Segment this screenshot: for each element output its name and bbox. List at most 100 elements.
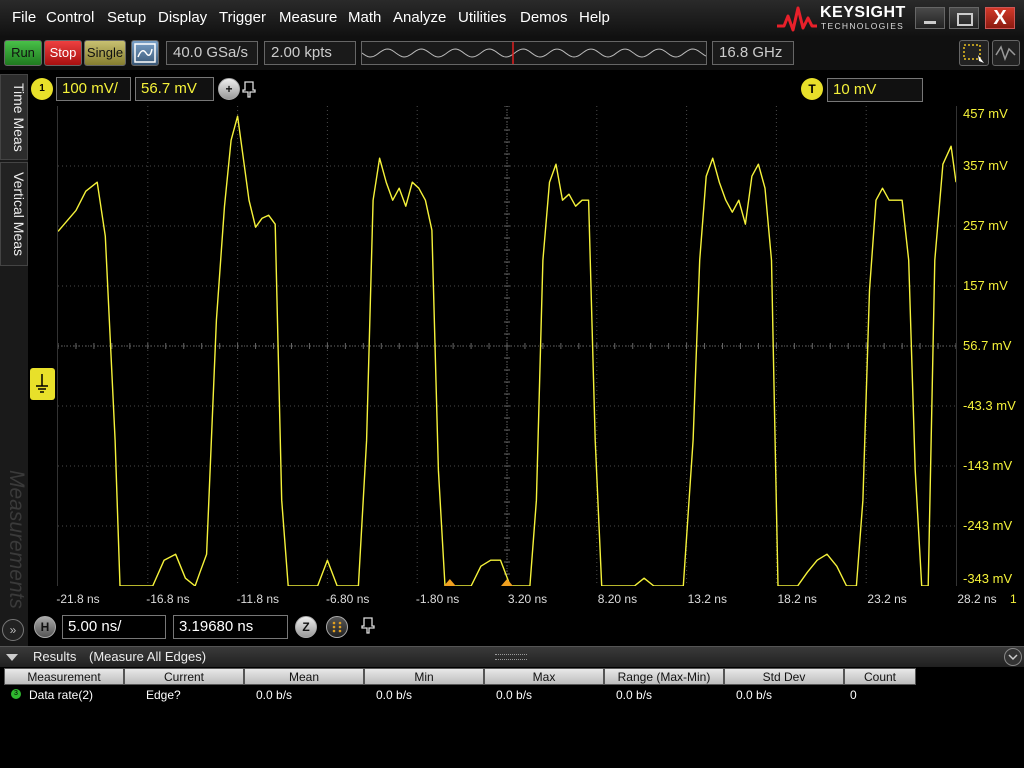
- y-axis-label: -243 mV: [963, 518, 1013, 533]
- row-status-badge: 3: [11, 689, 21, 699]
- y-axis-label: -343 mV: [963, 571, 1013, 586]
- expand-panel-button[interactable]: »: [2, 619, 24, 641]
- waveform-plot[interactable]: [57, 106, 957, 586]
- chevron-down-icon: [1008, 654, 1018, 661]
- menu-demos[interactable]: Demos: [520, 0, 568, 36]
- single-button[interactable]: Single: [84, 40, 126, 66]
- menu-help[interactable]: Help: [579, 0, 610, 36]
- maximize-button[interactable]: [949, 7, 979, 29]
- measurements-watermark: Measurements: [5, 469, 28, 609]
- add-channel-button[interactable]: +: [218, 78, 240, 100]
- close-button[interactable]: X: [985, 7, 1015, 29]
- horizontal-pin-icon[interactable]: [361, 616, 377, 636]
- results-header: Results (Measure All Edges): [0, 646, 1024, 667]
- menu-bar: File Control Setup Display Trigger Measu…: [0, 0, 1024, 36]
- menu-control[interactable]: Control: [46, 0, 94, 36]
- table-cell: 0: [850, 688, 857, 702]
- menu-setup[interactable]: Setup: [107, 0, 146, 36]
- bandwidth-field[interactable]: 16.8 GHz: [712, 41, 794, 65]
- tab-vertical-meas[interactable]: Vertical Meas: [0, 162, 28, 266]
- x-axis-label: 18.2 ns: [777, 592, 817, 606]
- y-axis-label: 257 mV: [963, 218, 1008, 233]
- logo-sub: TECHNOLOGIES: [821, 21, 905, 31]
- waveform-mode-icon: [995, 45, 1016, 62]
- autoscale-button[interactable]: [131, 40, 159, 66]
- table-cell: 0.0 b/s: [736, 688, 773, 702]
- minimize-icon: [924, 21, 936, 24]
- x-axis-label: 23.2 ns: [867, 592, 907, 606]
- x-axis-label: 13.2 ns: [687, 592, 727, 606]
- menu-display[interactable]: Display: [158, 0, 207, 36]
- table-cell: 0.0 b/s: [496, 688, 533, 702]
- horizontal-position-field[interactable]: 3.19680 ns: [173, 615, 288, 639]
- channel-ground-marker[interactable]: [30, 368, 55, 400]
- zoom-box-button[interactable]: [959, 40, 989, 66]
- double-chevron-icon: »: [9, 623, 17, 637]
- x-axis-label: 28.2 ns: [957, 592, 997, 606]
- results-table: Measurement Current Mean Min Max Range (Max-M…: [4, 668, 1022, 768]
- vertical-offset-field[interactable]: 56.7 mV: [135, 77, 214, 101]
- results-expand-button[interactable]: [1004, 648, 1022, 666]
- results-title: Results: [33, 649, 77, 664]
- menu-analyze[interactable]: Analyze: [393, 0, 446, 36]
- horizontal-scale-field[interactable]: 5.00 ns/: [62, 615, 166, 639]
- stop-button[interactable]: Stop: [44, 40, 82, 66]
- x-axis-label: 3.20 ns: [507, 592, 548, 606]
- memory-depth-field[interactable]: 2.00 kpts: [264, 41, 356, 65]
- tab-time-meas[interactable]: Time Meas: [0, 74, 28, 160]
- menu-trigger[interactable]: Trigger: [219, 0, 266, 36]
- time-reference-marker: [501, 579, 513, 586]
- waveform-mode-button[interactable]: [992, 40, 1020, 66]
- table-row[interactable]: 3 Data rate(2) Edge? 0.0 b/s 0.0 b/s 0.0 b/s 0…: [4, 668, 1022, 704]
- zoom-button[interactable]: Z: [295, 616, 317, 638]
- left-tab-strip: Time Meas Vertical Meas Measurements: [0, 74, 28, 646]
- y-axis-label: -43.3 mV: [963, 398, 1016, 413]
- waveform-overview[interactable]: [361, 41, 707, 65]
- table-cell: 0.0 b/s: [616, 688, 653, 702]
- trigger-level-field[interactable]: 10 mV: [827, 78, 923, 102]
- dots-icon: [332, 621, 342, 633]
- dots-menu-button[interactable]: [326, 616, 348, 638]
- x-axis-label: -11.8 ns: [236, 592, 280, 606]
- pin-icon[interactable]: [242, 80, 256, 98]
- y-axis-label: 56.7 mV: [963, 338, 1012, 353]
- overview-wave-icon: [361, 42, 707, 64]
- x-axis-label: -6.80 ns: [326, 592, 370, 606]
- table-cell: 0.0 b/s: [256, 688, 293, 702]
- resize-grip-icon[interactable]: [495, 654, 527, 660]
- y-axis-label: -143 mV: [963, 458, 1013, 473]
- x-axis-channel-marker: 1: [1010, 592, 1017, 606]
- toolbar: Run Stop Single 40.0 GSa/s 2.00 kpts 16.…: [0, 36, 1024, 102]
- sample-rate-field[interactable]: 40.0 GSa/s: [166, 41, 258, 65]
- table-cell: Data rate(2): [29, 688, 94, 702]
- x-axis-label: -1.80 ns: [415, 592, 460, 606]
- results-subtitle: (Measure All Edges): [89, 649, 207, 664]
- table-cell: Edge?: [146, 688, 181, 702]
- y-axis-label: 157 mV: [963, 278, 1008, 293]
- minimize-button[interactable]: [915, 7, 945, 29]
- x-axis-label: -16.8 ns: [146, 592, 190, 606]
- keysight-logo: KEYSIGHT TECHNOLOGIES: [776, 4, 911, 32]
- menu-file[interactable]: File: [12, 0, 36, 36]
- y-axis-label: 457 mV: [963, 106, 1008, 121]
- y-axis-label: 357 mV: [963, 158, 1008, 173]
- vertical-scale-field[interactable]: 100 mV/: [56, 77, 131, 101]
- run-button[interactable]: Run: [4, 40, 42, 66]
- maximize-icon: [957, 13, 973, 26]
- trigger-badge[interactable]: T: [801, 78, 823, 100]
- menu-utilities[interactable]: Utilities: [458, 0, 506, 36]
- autoscale-icon: [134, 43, 156, 63]
- horizontal-bar: » H 5.00 ns/ 3.19680 ns Z: [2, 610, 1024, 644]
- zoom-box-icon: [963, 44, 984, 63]
- results-collapse-icon[interactable]: [5, 650, 19, 662]
- trigger-point-marker: [443, 579, 456, 586]
- menu-math[interactable]: Math: [348, 0, 381, 36]
- table-cell: 0.0 b/s: [376, 688, 413, 702]
- ground-icon: [36, 374, 48, 393]
- x-axis-label: -21.8 ns: [56, 592, 100, 606]
- channel-badge[interactable]: 1: [31, 78, 53, 100]
- horizontal-badge[interactable]: H: [34, 616, 56, 638]
- menu-measure[interactable]: Measure: [279, 0, 337, 36]
- keysight-wave-icon: [777, 6, 817, 32]
- logo-brand: KEYSIGHT: [820, 4, 906, 21]
